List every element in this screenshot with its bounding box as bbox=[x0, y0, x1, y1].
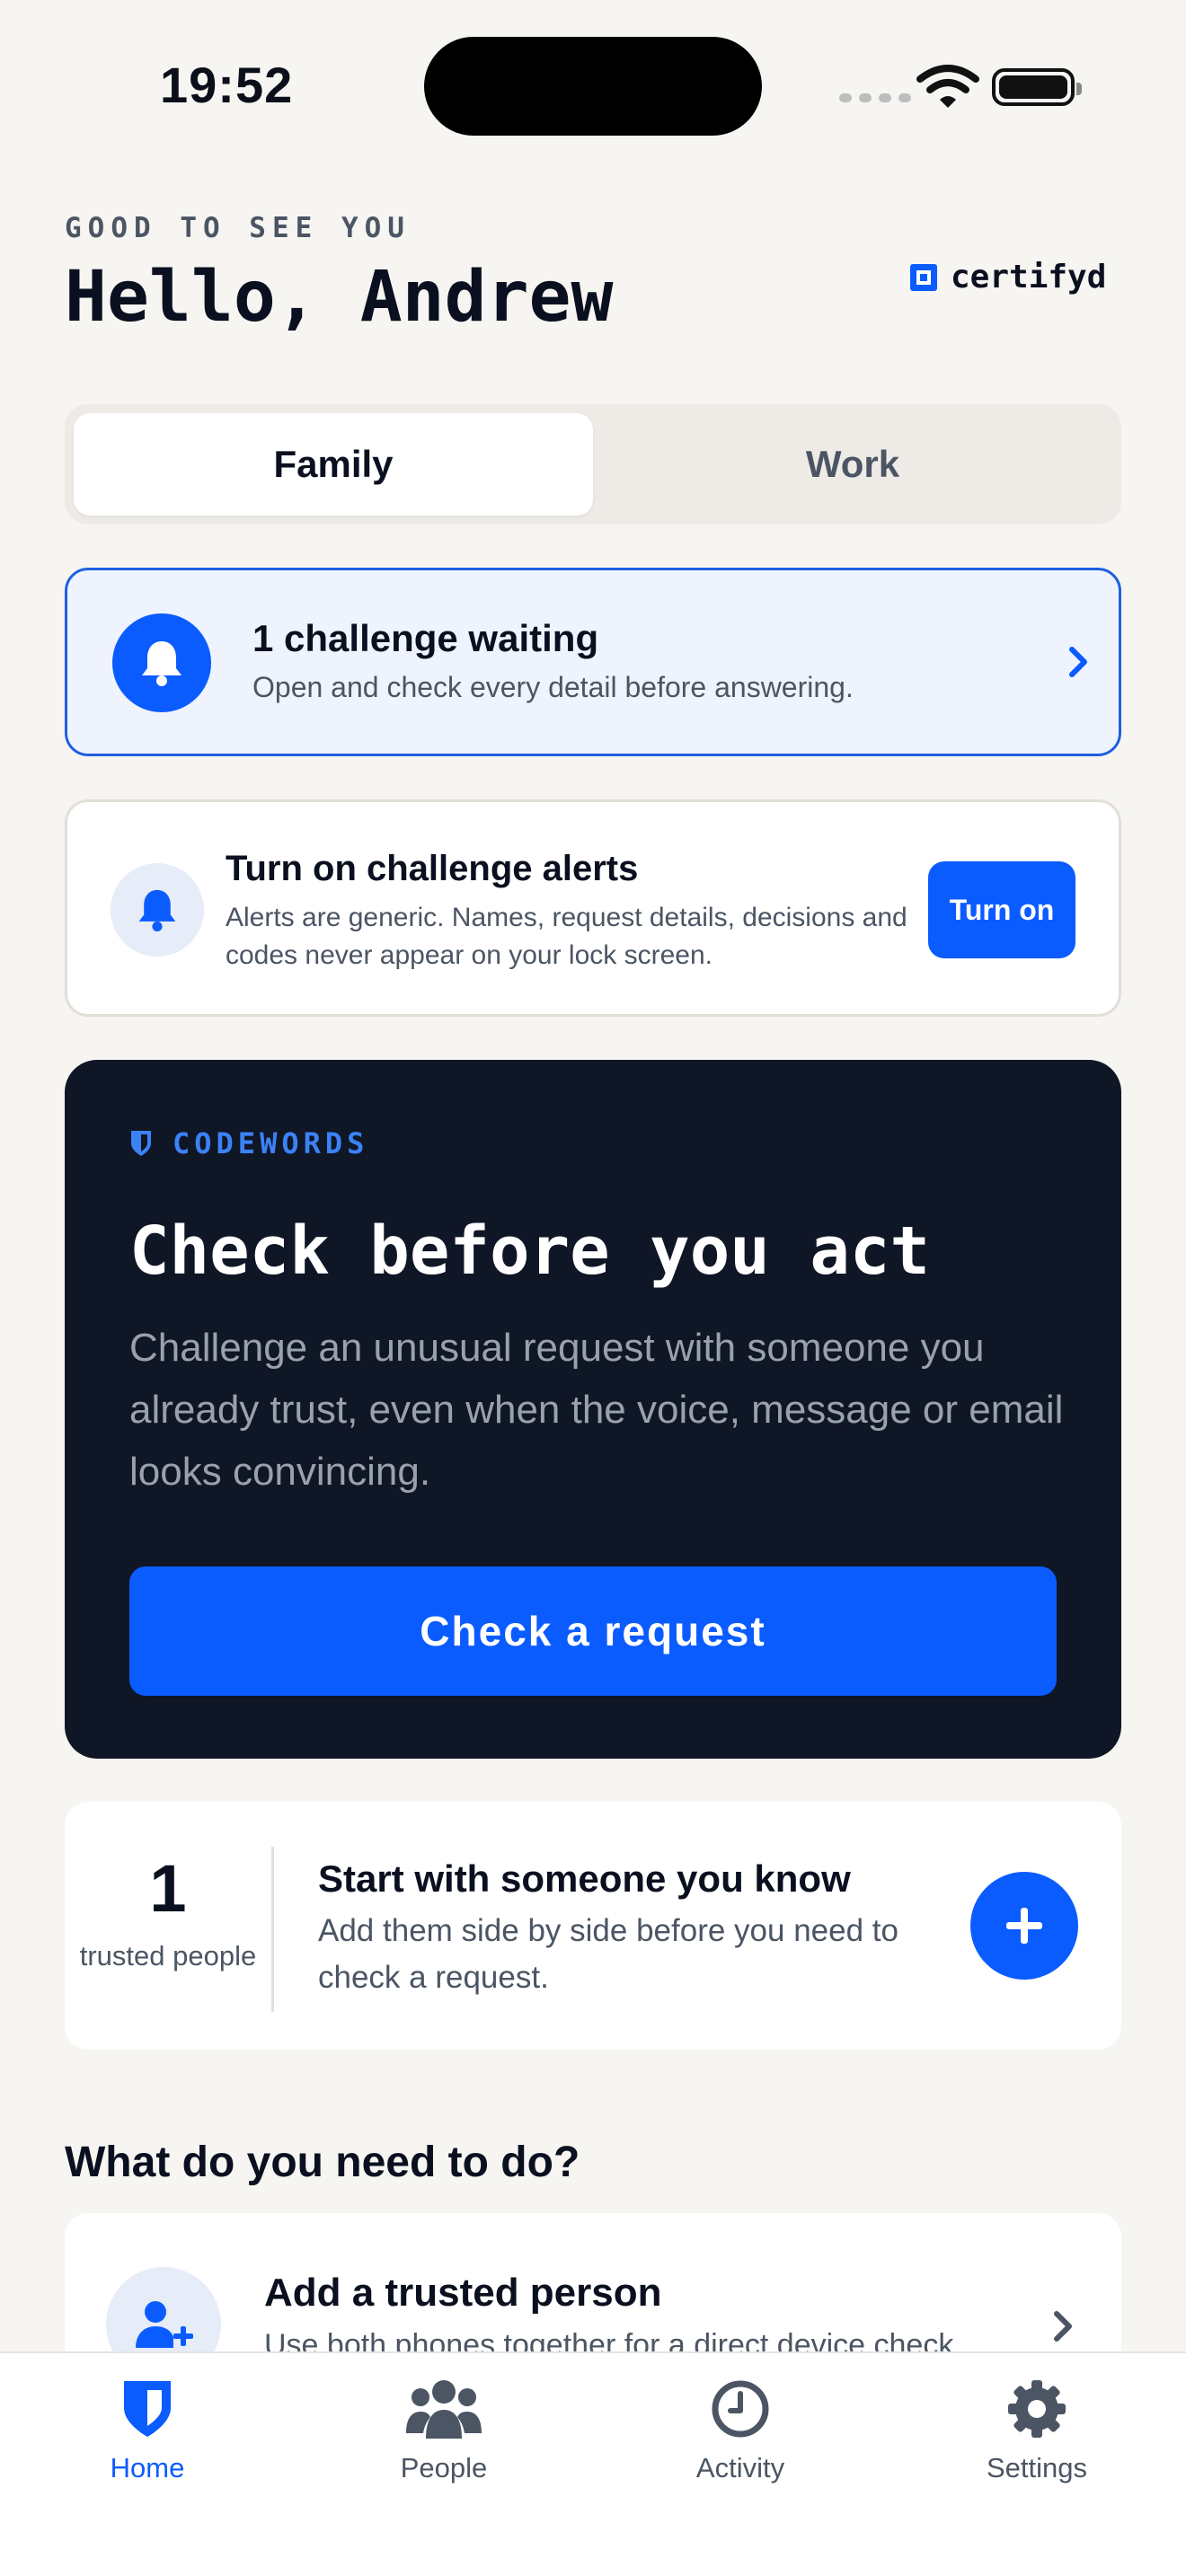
brand-name: certifyd bbox=[951, 259, 1107, 296]
battery-icon bbox=[992, 68, 1082, 106]
codewords-body: Challenge an unusual request with someon… bbox=[129, 1326, 1064, 1494]
signal-icon bbox=[839, 93, 911, 102]
check-request-button[interactable]: Check a request bbox=[129, 1566, 1057, 1696]
status-time: 19:52 bbox=[160, 57, 294, 113]
alerts-title: Turn on challenge alerts bbox=[226, 849, 639, 888]
trusted-count-label: trusted people bbox=[79, 1940, 257, 1972]
trusted-title: Start with someone you know bbox=[318, 1857, 851, 1900]
divider bbox=[271, 1847, 274, 2012]
tab-home-label: Home bbox=[110, 2452, 185, 2483]
tab-work[interactable]: Work bbox=[593, 413, 1112, 516]
brand-logo: certifyd bbox=[909, 259, 1106, 296]
tab-home[interactable]: Home bbox=[58, 2375, 237, 2501]
tab-activity-label: Activity bbox=[695, 2452, 785, 2483]
add-person-button[interactable] bbox=[970, 1872, 1078, 1980]
bottom-tab-bar: Home People Activity Settings bbox=[0, 2351, 1186, 2576]
tab-people-label: People bbox=[400, 2452, 488, 2483]
tab-settings-label: Settings bbox=[986, 2452, 1087, 2483]
clock-icon bbox=[703, 2375, 778, 2443]
alerts-subtitle: Alerts are generic. Names, request detai… bbox=[226, 903, 907, 970]
chevron-right-icon bbox=[1069, 647, 1087, 677]
codewords-label-row: CODEWORDS bbox=[129, 1126, 368, 1160]
turn-on-button[interactable]: Turn on bbox=[928, 861, 1075, 958]
status-icons bbox=[839, 65, 1082, 110]
tab-activity[interactable]: Activity bbox=[651, 2375, 830, 2501]
tab-people[interactable]: People bbox=[354, 2375, 534, 2501]
chevron-right-icon bbox=[1054, 2311, 1072, 2342]
section-title: What do you need to do? bbox=[65, 2139, 580, 2186]
dynamic-island bbox=[424, 37, 762, 136]
trusted-subtitle: Add them side by side before you need to… bbox=[318, 1913, 898, 1995]
codewords-title: Check before you act bbox=[129, 1213, 931, 1290]
trusted-count: 1 bbox=[149, 1851, 187, 1926]
bell-icon bbox=[111, 863, 204, 957]
context-switcher: Family Work bbox=[65, 404, 1121, 525]
shield-icon bbox=[110, 2375, 185, 2443]
tab-settings[interactable]: Settings bbox=[947, 2375, 1127, 2501]
tab-family[interactable]: Family bbox=[74, 413, 593, 516]
codewords-label: CODEWORDS bbox=[173, 1126, 369, 1160]
greeting-eyebrow: GOOD TO SEE YOU bbox=[65, 212, 411, 244]
trusted-people-card: 1 trusted people Start with someone you … bbox=[65, 1802, 1121, 2050]
challenge-subtitle: Open and check every detail before answe… bbox=[252, 671, 854, 703]
challenge-title: 1 challenge waiting bbox=[252, 617, 599, 659]
plus-icon bbox=[1006, 1908, 1042, 1944]
page-title: Hello, Andrew bbox=[65, 257, 614, 338]
gear-icon bbox=[999, 2375, 1075, 2443]
shield-icon bbox=[131, 1131, 151, 1156]
people-icon bbox=[406, 2375, 482, 2443]
bell-icon bbox=[112, 613, 211, 712]
challenge-waiting-card[interactable]: 1 challenge waiting Open and check every… bbox=[65, 568, 1121, 756]
challenge-alerts-card: Turn on challenge alerts Alerts are gene… bbox=[65, 799, 1121, 1017]
codewords-card: CODEWORDS Check before you act Challenge… bbox=[65, 1060, 1121, 1759]
certifyd-logo-icon bbox=[910, 263, 937, 291]
wifi-icon bbox=[916, 65, 979, 108]
action-title: Add a trusted person bbox=[264, 2271, 662, 2315]
